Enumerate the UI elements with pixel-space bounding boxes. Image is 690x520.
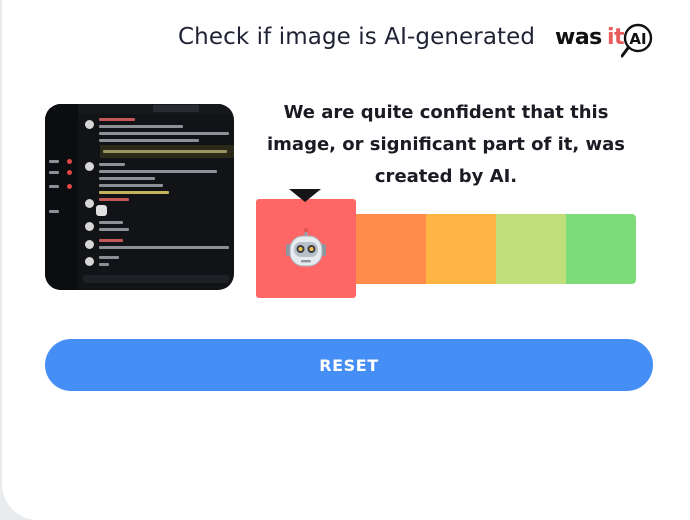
thumbnail-text-line	[99, 239, 123, 242]
thumbnail-text-line	[49, 210, 59, 213]
logo-badge-text: AI	[629, 30, 646, 48]
thumbnail-badge	[67, 159, 72, 164]
scale-segment-ai-active	[256, 199, 356, 298]
indicator-pointer	[289, 189, 321, 202]
thumbnail-text-line	[99, 184, 163, 187]
reset-button[interactable]: RESET	[45, 339, 653, 391]
verdict-message: We are quite confident that this image, …	[267, 102, 625, 187]
logo-text: was	[555, 25, 602, 50]
thumbnail-badge	[67, 184, 72, 189]
scale-segment-uncertain	[426, 214, 496, 284]
thumbnail-text-line	[99, 191, 169, 194]
thumbnail-text-line	[99, 228, 129, 231]
magnifier-icon: AI	[621, 23, 653, 58]
thumbnail-text-line	[49, 171, 59, 174]
thumbnail-avatar	[85, 257, 94, 266]
thumbnail-text-line	[99, 198, 129, 201]
thumbnail-avatar	[85, 120, 94, 129]
thumbnail-sticker	[96, 205, 107, 216]
thumbnail-avatar	[85, 222, 94, 231]
uploaded-image-thumbnail	[45, 104, 234, 290]
thumbnail-sidebar	[45, 104, 78, 290]
thumbnail-avatar	[85, 240, 94, 249]
thumbnail-text-line	[99, 163, 125, 166]
thumbnail-text-line	[99, 132, 229, 135]
result-card: Check if image is AI-generated was it AI	[2, 0, 690, 520]
thumbnail-text-line	[99, 246, 229, 249]
scale-segment-human	[566, 214, 636, 284]
thumbnail-text-line	[99, 263, 109, 266]
scale-segment-likely-human	[496, 214, 566, 284]
thumbnail-tab	[153, 105, 199, 112]
thumbnail-text-line	[99, 139, 199, 142]
thumbnail-text-line	[99, 177, 155, 180]
thumbnail-text-line	[99, 125, 183, 128]
thumbnail-badge	[67, 170, 72, 175]
thumbnail-text-line	[49, 160, 59, 163]
thumbnail-avatar	[85, 162, 94, 171]
thumbnail-text-line	[99, 256, 119, 259]
thumbnail-text-line	[99, 221, 123, 224]
scale-segment-likely-ai	[356, 214, 426, 284]
thumbnail-message-input	[83, 275, 229, 283]
page-title: Check if image is AI-generated	[178, 24, 536, 50]
thumbnail-text-line	[103, 150, 227, 153]
thumbnail-avatar	[85, 199, 94, 208]
wasitai-logo[interactable]: was it AI	[555, 22, 665, 60]
robot-face-icon	[286, 227, 326, 266]
thumbnail-text-line	[99, 170, 217, 173]
thumbnail-text-line	[49, 185, 59, 188]
thumbnail-text-line	[99, 118, 135, 121]
